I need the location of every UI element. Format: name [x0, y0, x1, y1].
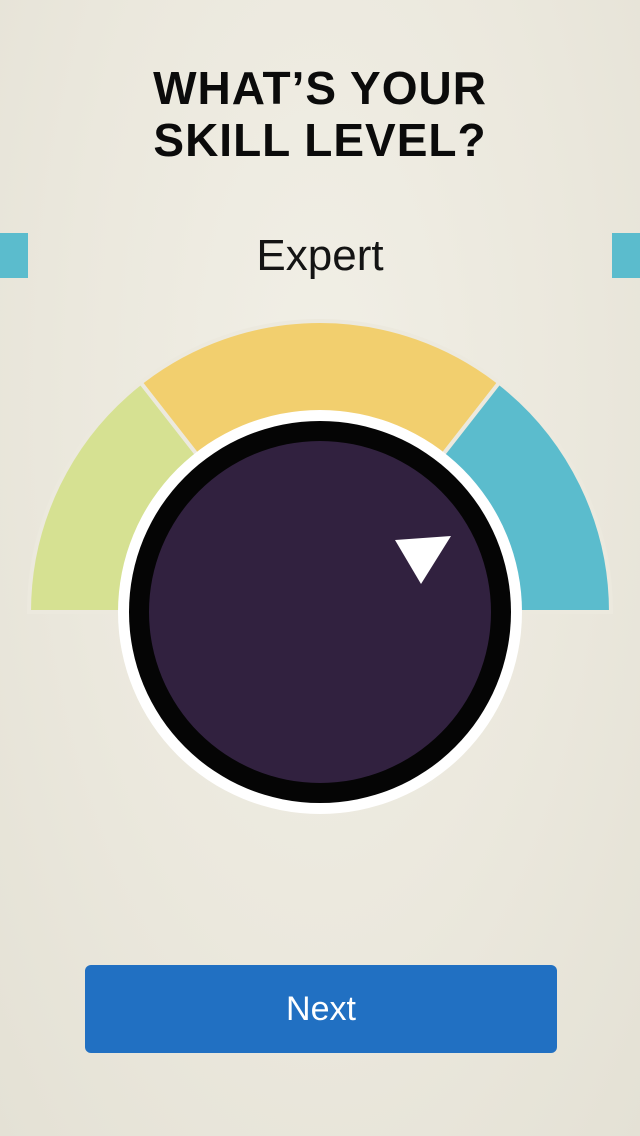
skill-knob[interactable]: [149, 441, 491, 783]
next-button[interactable]: Next: [85, 965, 557, 1053]
